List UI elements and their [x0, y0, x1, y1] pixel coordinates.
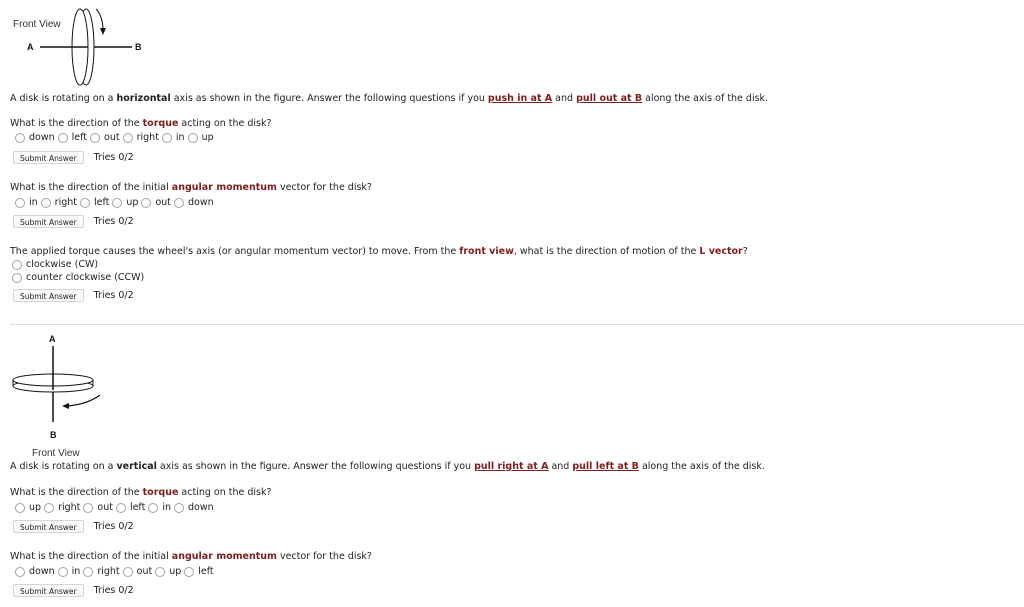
submit-answer-button[interactable]: Submit Answer	[13, 520, 84, 533]
option[interactable]: up	[187, 132, 214, 143]
option[interactable]: down	[15, 132, 55, 143]
force-at-b: pull left at B	[572, 461, 639, 472]
tries-counter: Tries 0/2	[93, 290, 134, 301]
submit-row: Submit Answer Tries 0/2	[13, 215, 134, 228]
submit-row: Submit Answer Tries 0/2	[13, 584, 134, 597]
radio-button[interactable]	[155, 566, 166, 577]
radio-button[interactable]	[90, 132, 101, 143]
option[interactable]: in	[57, 566, 80, 577]
force-at-a: push in at A	[487, 93, 553, 104]
option-counter-clockwise[interactable]: counter clockwise (CCW)	[12, 272, 144, 283]
radio-button[interactable]	[80, 197, 90, 208]
option[interactable]: in	[148, 502, 171, 513]
option[interactable]: down	[174, 502, 214, 513]
radio-button[interactable]	[83, 566, 94, 577]
radio-button[interactable]	[115, 502, 126, 513]
radio-button[interactable]	[15, 566, 25, 577]
axis-orientation: vertical	[116, 461, 157, 472]
submit-row: Submit Answer Tries 0/2	[13, 151, 134, 164]
option[interactable]: right	[83, 566, 120, 577]
figure2-caption: Front View	[32, 448, 80, 459]
option[interactable]: out	[141, 197, 171, 208]
tries-counter: Tries 0/2	[93, 152, 134, 163]
radio-button[interactable]	[174, 502, 185, 513]
radio-button[interactable]	[174, 197, 185, 208]
radio-button[interactable]	[122, 566, 133, 577]
submit-row: Submit Answer Tries 0/2	[13, 520, 134, 533]
question-text: What is the direction of the torque acti…	[10, 487, 272, 498]
submit-answer-button[interactable]: Submit Answer	[13, 289, 84, 302]
option[interactable]: up	[112, 197, 138, 208]
option[interactable]: down	[174, 197, 214, 208]
radio-button[interactable]	[148, 502, 159, 513]
option[interactable]: up	[15, 502, 41, 513]
answer-options: down in right out up left	[15, 566, 217, 577]
question-text: What is the direction of the torque acti…	[10, 118, 272, 129]
radio-button[interactable]	[83, 502, 94, 513]
option[interactable]: in	[161, 132, 185, 143]
option[interactable]: in	[15, 197, 38, 208]
problem2-intro: A disk is rotating on a vertical axis as…	[10, 461, 765, 472]
option[interactable]: right	[44, 502, 80, 513]
radio-button[interactable]	[15, 502, 25, 513]
radio-button[interactable]	[112, 197, 123, 208]
radio-button[interactable]	[44, 502, 55, 513]
submit-row: Submit Answer Tries 0/2	[13, 289, 134, 302]
option[interactable]: right	[122, 132, 159, 143]
section-divider	[10, 324, 1024, 325]
radio-button[interactable]	[57, 132, 68, 143]
problem1-intro: A disk is rotating on a horizontal axis …	[10, 93, 769, 104]
radio-button[interactable]	[12, 259, 22, 270]
axis-orientation: horizontal	[116, 93, 171, 104]
option[interactable]: left	[57, 132, 87, 143]
radio-button[interactable]	[57, 566, 68, 577]
figure2-label-b: B	[50, 430, 57, 440]
tries-counter: Tries 0/2	[93, 521, 134, 532]
radio-button[interactable]	[161, 132, 172, 143]
answer-options: down left out right in up	[15, 132, 217, 143]
radio-button[interactable]	[40, 197, 51, 208]
radio-button[interactable]	[15, 197, 25, 208]
option-clockwise[interactable]: clockwise (CW)	[12, 259, 98, 270]
radio-button[interactable]	[141, 197, 152, 208]
question-text: The applied torque causes the wheel's ax…	[10, 246, 748, 257]
option[interactable]: out	[90, 132, 120, 143]
option[interactable]: left	[115, 502, 145, 513]
option[interactable]: out	[83, 502, 113, 513]
radio-button[interactable]	[122, 132, 133, 143]
radio-button[interactable]	[184, 566, 195, 577]
answer-options: up right out left in down	[15, 502, 217, 513]
option[interactable]: up	[155, 566, 181, 577]
radio-button[interactable]	[12, 272, 22, 283]
submit-answer-button[interactable]: Submit Answer	[13, 151, 84, 164]
submit-answer-button[interactable]: Submit Answer	[13, 215, 84, 228]
option[interactable]: down	[15, 566, 55, 577]
submit-answer-button[interactable]: Submit Answer	[13, 584, 84, 597]
option[interactable]: out	[122, 566, 152, 577]
question-text: What is the direction of the initial ang…	[10, 551, 372, 562]
radio-button[interactable]	[15, 132, 25, 143]
question-text: What is the direction of the initial ang…	[10, 182, 372, 193]
figure1-horizontal-disk-diagram	[40, 8, 132, 86]
figure2-vertical-disk-diagram	[12, 346, 101, 422]
tries-counter: Tries 0/2	[93, 216, 134, 227]
option[interactable]: right	[40, 197, 77, 208]
force-at-b: pull out at B	[576, 93, 643, 104]
option[interactable]: left	[184, 566, 214, 577]
force-at-a: pull right at A	[474, 461, 549, 472]
radio-button[interactable]	[187, 132, 198, 143]
option[interactable]: left	[80, 197, 109, 208]
tries-counter: Tries 0/2	[93, 585, 134, 596]
answer-options: in right left up out down	[15, 197, 217, 208]
